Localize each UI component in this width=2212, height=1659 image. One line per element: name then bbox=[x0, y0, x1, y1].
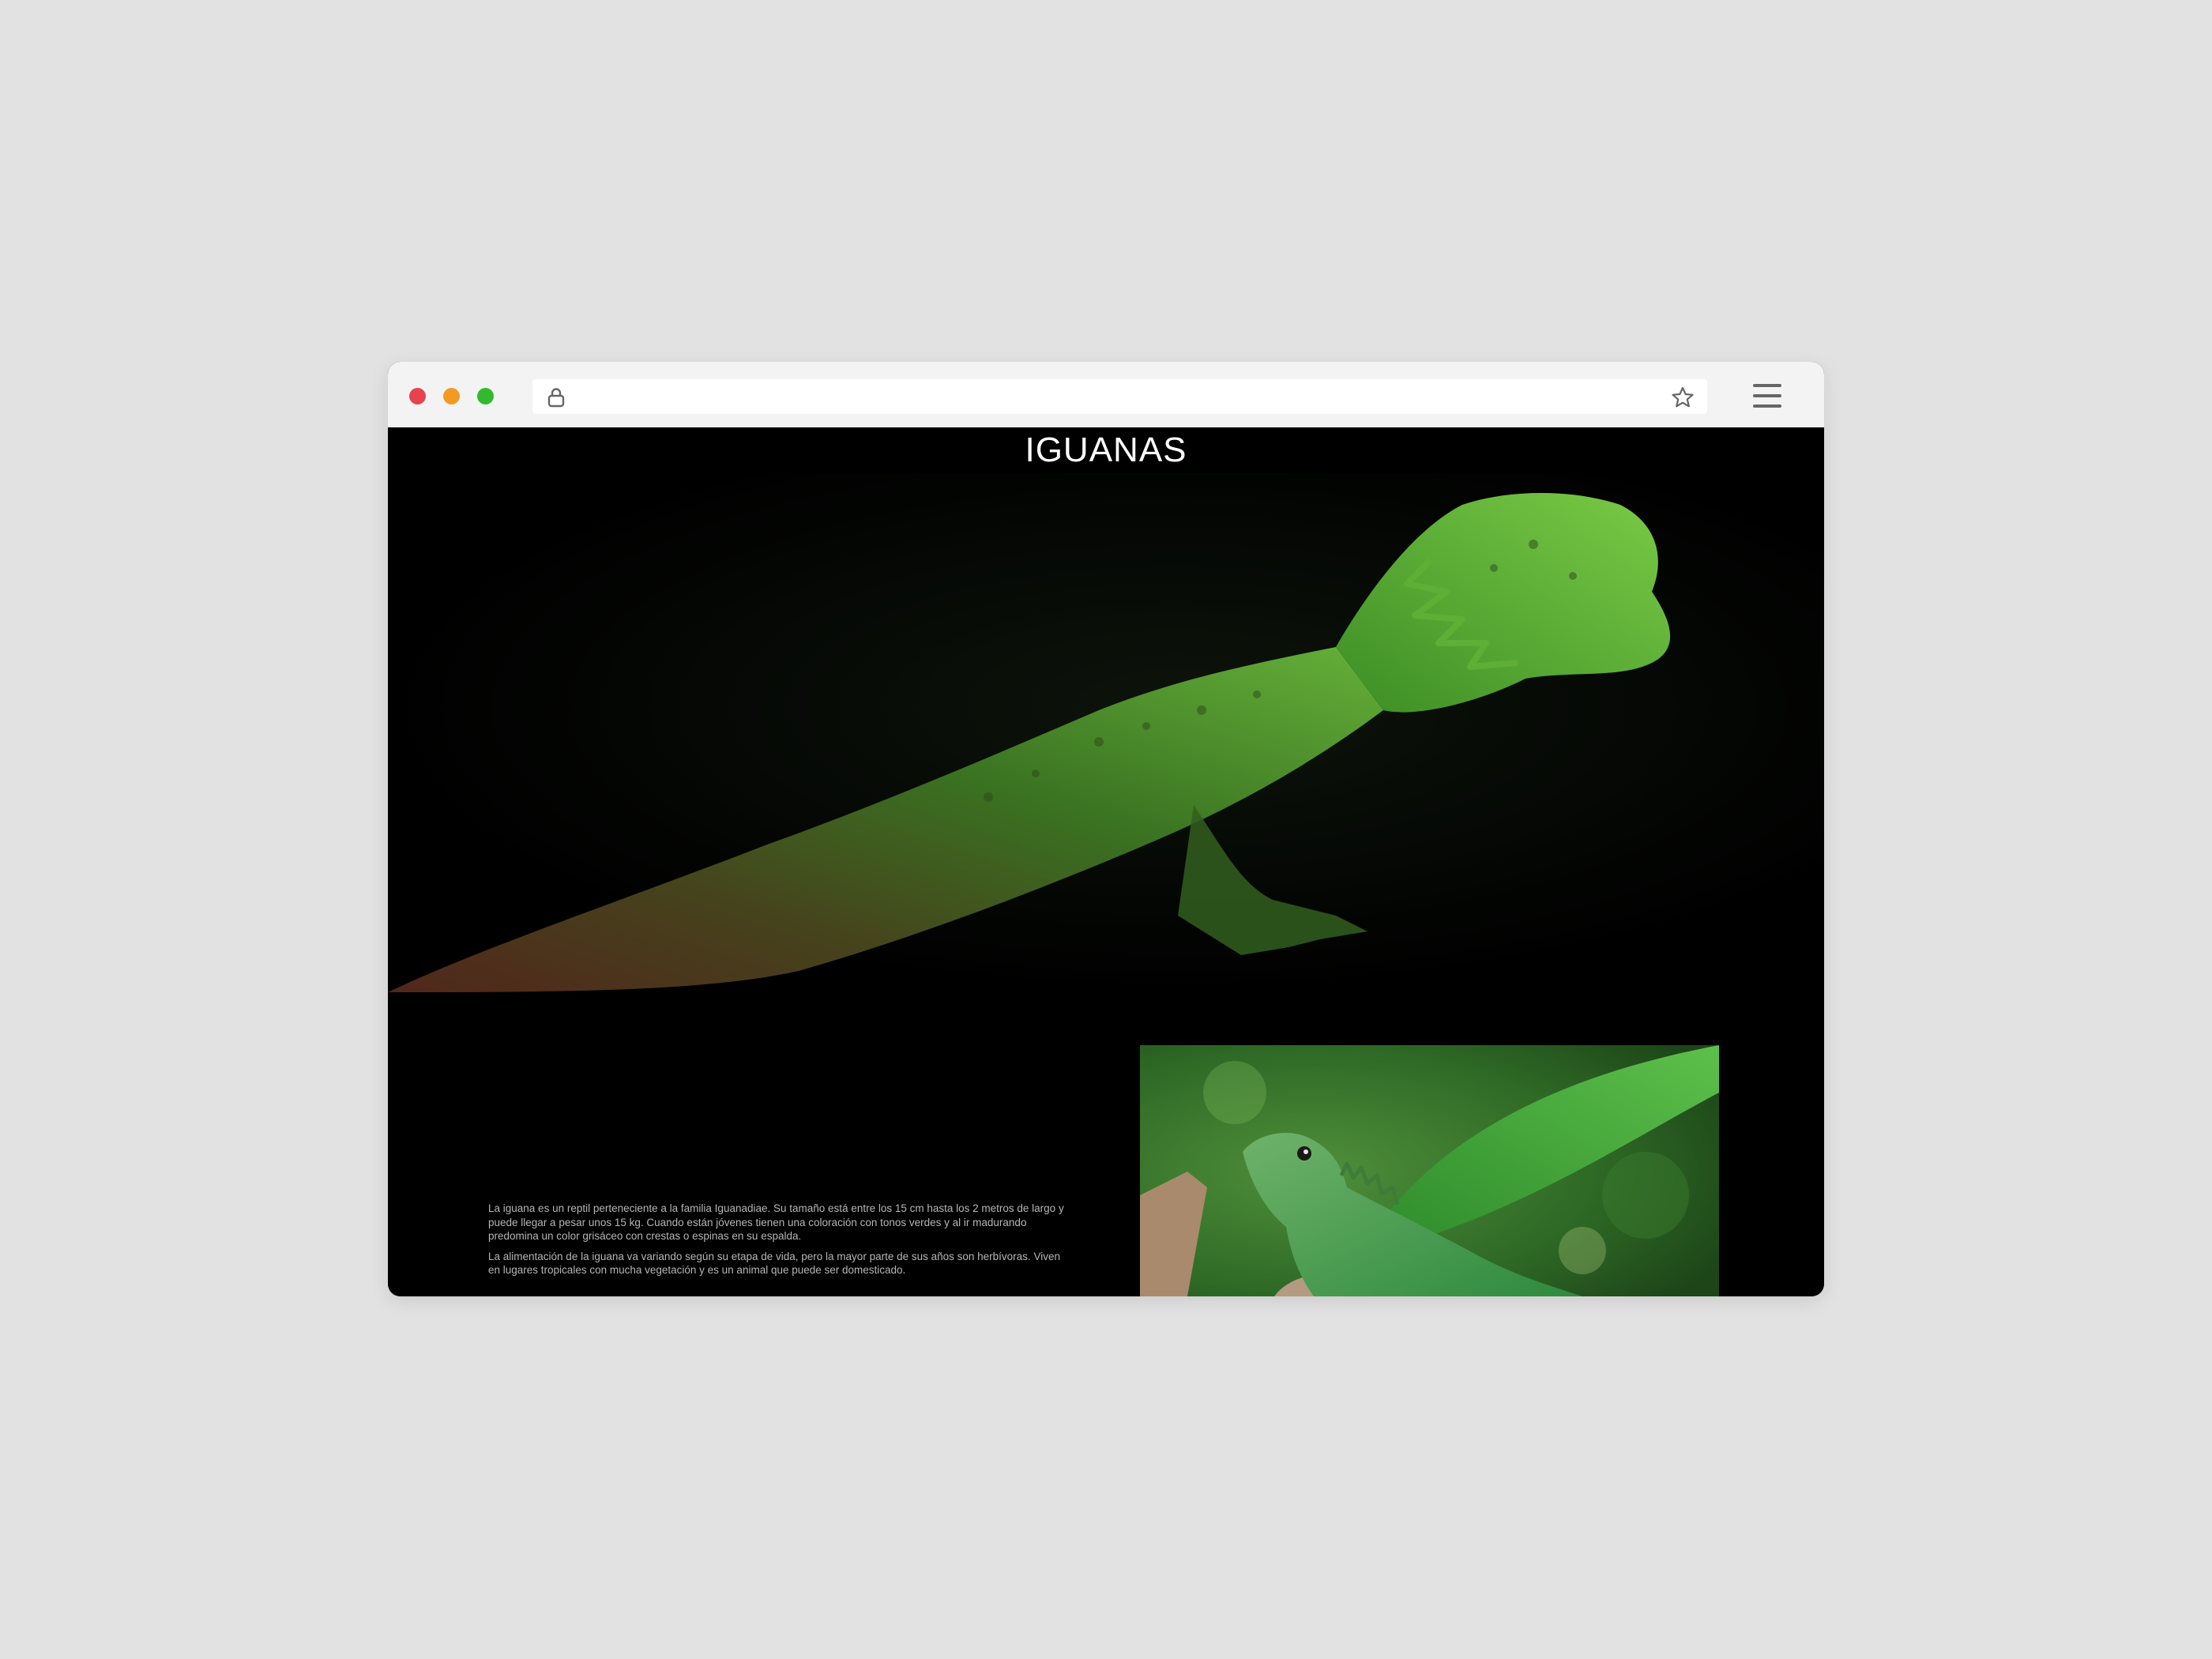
browser-toolbar bbox=[388, 362, 1824, 427]
window-maximize-button[interactable] bbox=[477, 388, 494, 404]
description-paragraph-2: La alimentación de la iguana va variando… bbox=[488, 1250, 1060, 1277]
description-paragraph-1: La iguana es un reptil perteneciente a l… bbox=[488, 1202, 1064, 1242]
page-title: IGUANAS bbox=[1025, 431, 1187, 469]
iguana-description: La iguana es un reptil perteneciente a l… bbox=[488, 1202, 1065, 1284]
address-bar[interactable] bbox=[532, 379, 1707, 414]
lock-icon bbox=[547, 388, 565, 408]
browser-window: IGUANAS La iguana es un reptil perteneci… bbox=[388, 362, 1824, 1296]
iguana-photo bbox=[1140, 1045, 1719, 1296]
hero-iguana-image bbox=[388, 473, 1824, 992]
page-content: IGUANAS La iguana es un reptil perteneci… bbox=[388, 427, 1824, 1296]
window-minimize-button[interactable] bbox=[443, 388, 460, 404]
star-icon[interactable] bbox=[1671, 386, 1695, 408]
hamburger-menu-icon[interactable] bbox=[1753, 384, 1781, 408]
window-close-button[interactable] bbox=[409, 388, 426, 404]
